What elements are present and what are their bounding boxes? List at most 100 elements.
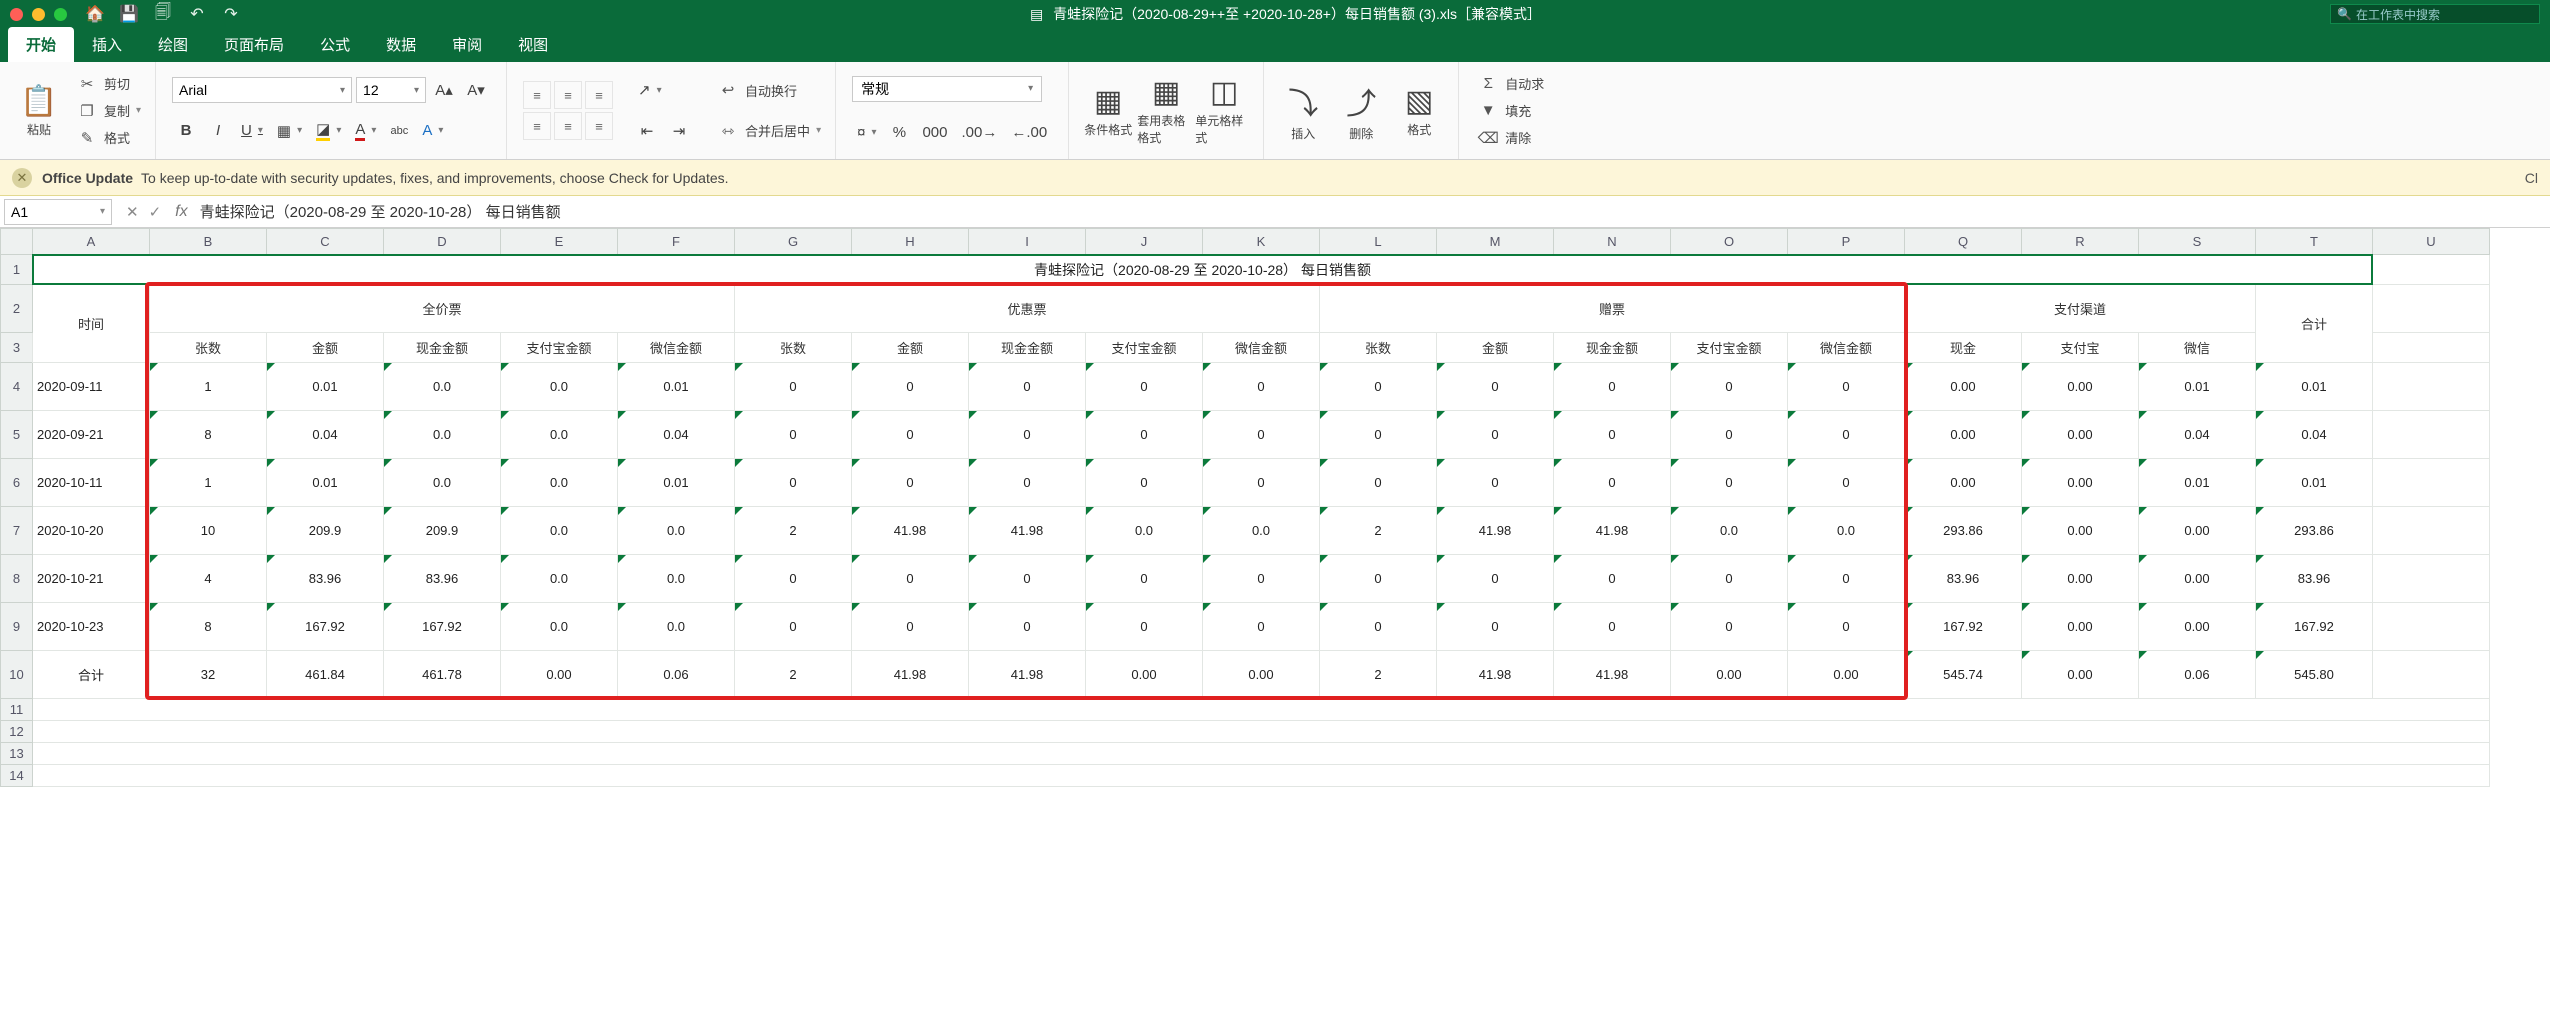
cell[interactable]: 0.00: [1203, 651, 1320, 699]
bold-button[interactable]: B: [172, 118, 200, 144]
column-header[interactable]: D: [384, 229, 501, 255]
cell[interactable]: 83.96: [2256, 555, 2373, 603]
cell[interactable]: 0.00: [2022, 651, 2139, 699]
cell[interactable]: 0.00: [2022, 363, 2139, 411]
cell[interactable]: 0.00: [2139, 603, 2256, 651]
cell[interactable]: 0.0: [618, 555, 735, 603]
cell[interactable]: 0: [735, 459, 852, 507]
cell[interactable]: 0.00: [2022, 507, 2139, 555]
cell[interactable]: 0.00: [2022, 459, 2139, 507]
cell[interactable]: 0: [1203, 603, 1320, 651]
font-dialog-button[interactable]: A: [417, 118, 448, 144]
cell[interactable]: 0.0: [501, 603, 618, 651]
cell[interactable]: 0.00: [2022, 555, 2139, 603]
autosum-button[interactable]: Σ自动求: [1477, 70, 1544, 97]
row-header[interactable]: 14: [1, 765, 33, 787]
cell[interactable]: 0: [969, 459, 1086, 507]
cancel-edit-icon[interactable]: ✕: [126, 203, 139, 221]
sub-header[interactable]: 支付宝金额: [1671, 333, 1788, 363]
cell[interactable]: 41.98: [1437, 507, 1554, 555]
cell[interactable]: 0.0: [501, 555, 618, 603]
column-header[interactable]: P: [1788, 229, 1905, 255]
column-header[interactable]: Q: [1905, 229, 2022, 255]
cell[interactable]: 41.98: [969, 651, 1086, 699]
name-box[interactable]: A1▾: [4, 199, 112, 225]
minimize-window-button[interactable]: [32, 8, 45, 21]
date-cell[interactable]: 2020-09-11: [33, 363, 150, 411]
cell[interactable]: 0: [1788, 603, 1905, 651]
cell[interactable]: 0: [735, 555, 852, 603]
cell[interactable]: 0.01: [2139, 459, 2256, 507]
sub-header[interactable]: 支付宝金额: [501, 333, 618, 363]
column-header[interactable]: B: [150, 229, 267, 255]
fill-button[interactable]: ▼填充: [1477, 97, 1544, 124]
cell[interactable]: 0.01: [267, 363, 384, 411]
dismiss-banner-button[interactable]: ✕: [12, 168, 32, 188]
select-all-corner[interactable]: [1, 229, 33, 255]
tab-formulas[interactable]: 公式: [302, 27, 368, 62]
cell[interactable]: 0.04: [2256, 411, 2373, 459]
worksheet[interactable]: A B C D E F G H I J K L M N O P Q R S T …: [0, 228, 2550, 787]
cell[interactable]: 0: [1320, 555, 1437, 603]
cell[interactable]: 0.0: [384, 411, 501, 459]
date-cell[interactable]: 2020-10-11: [33, 459, 150, 507]
cell[interactable]: 0.0: [384, 363, 501, 411]
cell[interactable]: 461.78: [384, 651, 501, 699]
cell[interactable]: 0: [852, 363, 969, 411]
cell[interactable]: 0: [1554, 555, 1671, 603]
cell[interactable]: 0.0: [1788, 507, 1905, 555]
row-header[interactable]: 1: [1, 255, 33, 285]
paste-button[interactable]: 📋 粘贴: [10, 68, 68, 153]
cell[interactable]: 0.00: [1905, 363, 2022, 411]
column-header[interactable]: J: [1086, 229, 1203, 255]
row-header[interactable]: 8: [1, 555, 33, 603]
row-header[interactable]: 10: [1, 651, 33, 699]
cell[interactable]: 0: [852, 603, 969, 651]
tab-draw[interactable]: 绘图: [140, 27, 206, 62]
cell[interactable]: 2: [1320, 507, 1437, 555]
cell[interactable]: 0: [1554, 363, 1671, 411]
cell[interactable]: 41.98: [1554, 651, 1671, 699]
insert-cells-button[interactable]: ⤵插入: [1274, 68, 1332, 153]
decrease-decimal-button[interactable]: ←.00: [1006, 119, 1052, 145]
column-header[interactable]: N: [1554, 229, 1671, 255]
column-header[interactable]: I: [969, 229, 1086, 255]
cell[interactable]: 41.98: [1554, 507, 1671, 555]
row-header[interactable]: 6: [1, 459, 33, 507]
conditional-formatting-button[interactable]: ▦条件格式: [1079, 68, 1137, 153]
row-header[interactable]: 5: [1, 411, 33, 459]
clear-button[interactable]: ⌫清除: [1477, 124, 1544, 151]
align-bottom-left-button[interactable]: ≡: [523, 112, 551, 140]
cell[interactable]: 0.01: [2256, 459, 2373, 507]
report-title-cell[interactable]: 青蛙探险记（2020-08-29 至 2020-10-28） 每日销售额: [33, 255, 2373, 285]
cell[interactable]: 0: [1554, 459, 1671, 507]
cell[interactable]: 0.00: [2022, 603, 2139, 651]
cell[interactable]: 0.00: [1086, 651, 1203, 699]
date-cell[interactable]: 2020-10-23: [33, 603, 150, 651]
cell[interactable]: 0: [1320, 363, 1437, 411]
sub-header[interactable]: 现金金额: [384, 333, 501, 363]
cell[interactable]: 0: [1086, 459, 1203, 507]
cell[interactable]: 0: [1788, 555, 1905, 603]
totals-label[interactable]: 合计: [33, 651, 150, 699]
cell[interactable]: 0: [1671, 603, 1788, 651]
cell[interactable]: 32: [150, 651, 267, 699]
row-header[interactable]: 2: [1, 285, 33, 333]
cell[interactable]: 0: [735, 603, 852, 651]
cut-button[interactable]: ✂剪切: [76, 70, 141, 97]
cell[interactable]: 0: [1203, 555, 1320, 603]
cell[interactable]: 0: [1203, 411, 1320, 459]
sub-header[interactable]: 微信: [2139, 333, 2256, 363]
undo-icon[interactable]: ↶: [187, 4, 207, 24]
sub-header[interactable]: 支付宝金额: [1086, 333, 1203, 363]
header-discount[interactable]: 优惠票: [735, 285, 1320, 333]
sub-header[interactable]: 现金金额: [969, 333, 1086, 363]
cell[interactable]: [2373, 507, 2490, 555]
cell[interactable]: 0.01: [618, 363, 735, 411]
cell[interactable]: 167.92: [267, 603, 384, 651]
cell[interactable]: 0.0: [1203, 507, 1320, 555]
column-header[interactable]: K: [1203, 229, 1320, 255]
phonetic-button[interactable]: abc: [385, 118, 413, 144]
font-name-combo[interactable]: Arial: [172, 77, 352, 103]
cell[interactable]: 41.98: [852, 507, 969, 555]
